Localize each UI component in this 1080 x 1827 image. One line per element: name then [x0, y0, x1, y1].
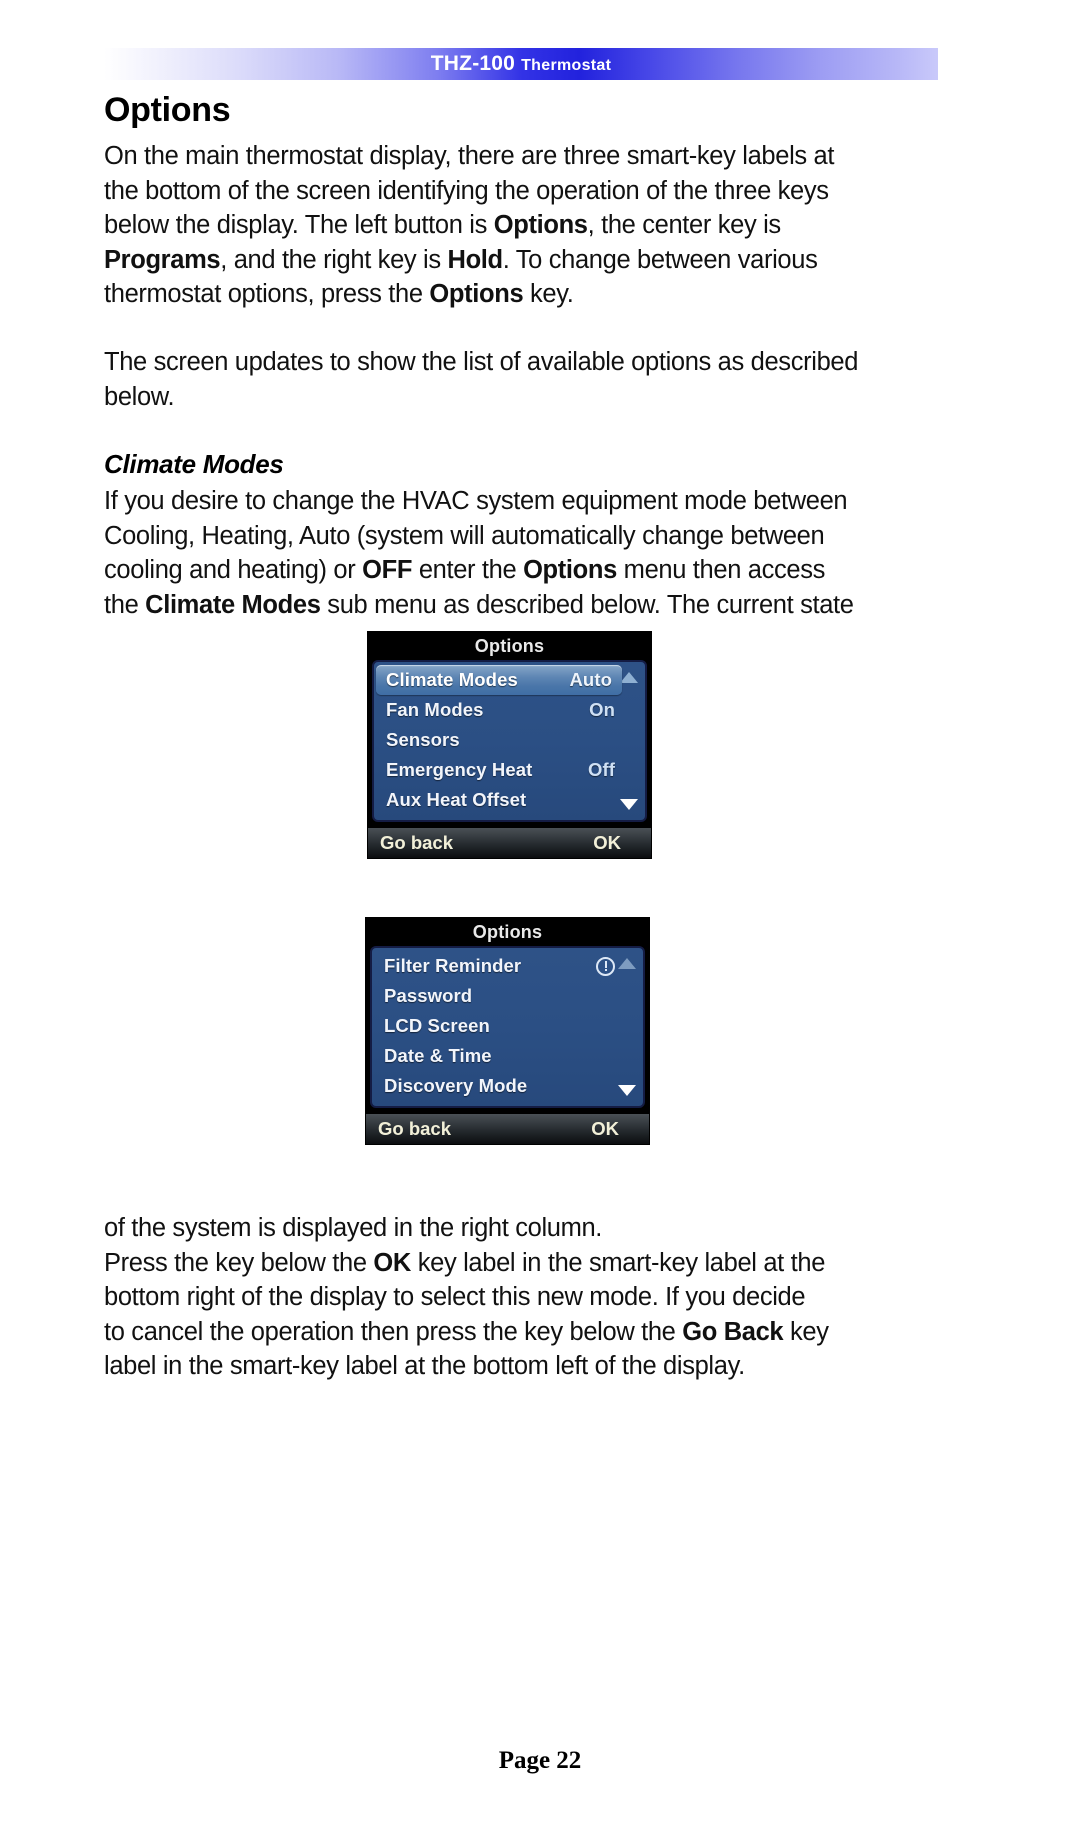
lcd2-softkey-bar: Go back OK	[366, 1114, 649, 1144]
closing-line-1: of the system is displayed in the right …	[104, 1214, 603, 1242]
climate-3e: menu then access	[616, 556, 826, 584]
intro-3a: below the display. The left button is	[104, 211, 494, 239]
intro-4d: . To change between various	[502, 245, 818, 274]
header-product-name: THZ-100	[430, 52, 516, 75]
climate-paragraph: If you desire to change the HVAC system …	[104, 484, 950, 622]
intro-line-3: below the display. The left button is Op…	[104, 208, 950, 243]
page-title-wrap: Options	[104, 90, 950, 130]
lcd2-menu-item-lcd-screen[interactable]: LCD Screen	[372, 1011, 643, 1041]
intro-line-5: thermostat options, press the Options ke…	[104, 277, 950, 312]
lcd1-menu-item-climate-modes[interactable]: Climate Modes Auto	[376, 665, 622, 695]
closing-2b: OK	[373, 1248, 411, 1277]
updates-line-1: The screen updates to show the list of a…	[104, 348, 859, 376]
closing-line-4: to cancel the operation then press the k…	[104, 1315, 950, 1350]
climate-3d: Options	[523, 556, 617, 584]
lcd1-item1-value: On	[589, 699, 615, 720]
lcd1-softkey-go-back[interactable]: Go back	[380, 832, 593, 854]
lcd2-menu-item-filter-reminder[interactable]: Filter Reminder	[372, 951, 643, 981]
warning-exclamation-icon	[596, 956, 615, 976]
lcd-screenshot-options-menu-page2: Options Filter Reminder Password LCD Scr…	[366, 918, 649, 1144]
document-page: THZ-100 Thermostat Options On the main t…	[0, 0, 1080, 1827]
climate-4b: Climate Modes	[145, 590, 321, 619]
climate-line-4: the Climate Modes sub menu as described …	[104, 588, 950, 623]
lcd2-item2-label: LCD Screen	[384, 1015, 490, 1036]
lcd2-softkey-ok[interactable]: OK	[591, 1118, 637, 1140]
climate-4a: the	[104, 590, 146, 619]
subheading-wrap: Climate Modes	[104, 448, 950, 480]
lcd1-item2-label: Sensors	[386, 729, 460, 750]
lcd1-item4-label: Aux Heat Offset	[386, 789, 527, 810]
lcd2-item1-label: Password	[384, 985, 473, 1006]
lcd1-item3-label: Emergency Heat	[386, 759, 533, 780]
updates-paragraph: The screen updates to show the list of a…	[104, 345, 950, 414]
climate-3c: enter the	[412, 556, 524, 584]
intro-5c: key.	[523, 280, 574, 308]
climate-line-1: If you desire to change the HVAC system …	[104, 487, 848, 515]
lcd1-item1-label: Fan Modes	[386, 699, 484, 720]
closing-2a: Press the key below the	[104, 1248, 374, 1277]
closing-line-2: Press the key below the OK key label in …	[104, 1246, 950, 1281]
closing-4b: Go Back	[682, 1317, 784, 1346]
climate-4c: sub menu as described below. The current…	[320, 590, 854, 619]
intro-paragraph: On the main thermostat display, there ar…	[104, 139, 950, 312]
lcd1-item0-label: Climate Modes	[386, 669, 518, 690]
lcd1-softkey-bar: Go back OK	[368, 828, 651, 858]
climate-line-3: cooling and heating) or OFF enter the Op…	[104, 553, 950, 588]
intro-4a: Programs	[104, 245, 221, 274]
intro-5b: Options	[429, 280, 524, 308]
lcd1-menu-item-fan-modes[interactable]: Fan Modes On	[374, 695, 645, 725]
lcd1-menu-item-sensors[interactable]: Sensors	[374, 725, 645, 755]
lcd1-menu-item-emergency-heat[interactable]: Emergency Heat Off	[374, 755, 645, 785]
header-title: THZ-100 Thermostat	[104, 48, 938, 80]
lcd2-item4-label: Discovery Mode	[384, 1075, 528, 1096]
closing-line-3: bottom right of the display to select th…	[104, 1283, 806, 1311]
closing-line-5: label in the smart-key label at the bott…	[104, 1352, 745, 1380]
intro-5a: thermostat options, press the	[104, 280, 430, 308]
lcd-screenshot-climate-menu: Options Climate Modes Auto Fan Modes On …	[368, 632, 651, 858]
intro-3c: , the center key is	[587, 211, 782, 239]
lcd1-softkey-ok[interactable]: OK	[593, 832, 639, 854]
lcd2-menu-list: Filter Reminder Password LCD Screen Date…	[370, 946, 645, 1108]
lcd1-item0-value: Auto	[569, 669, 612, 690]
closing-2c: key label in the smart-key label at the	[410, 1248, 826, 1277]
page-number-footer: Page 22	[498, 1747, 582, 1774]
intro-4c: Hold	[447, 245, 504, 274]
subheading-climate-modes: Climate Modes	[104, 449, 284, 479]
climate-line-2: Cooling, Heating, Auto (system will auto…	[104, 521, 825, 550]
intro-line-4: Programs, and the right key is Hold. To …	[104, 243, 950, 278]
lcd1-scroll-up-arrow-icon[interactable]	[620, 672, 638, 683]
lcd2-menu-item-password[interactable]: Password	[372, 981, 643, 1011]
intro-line-2: the bottom of the screen identifying the…	[104, 176, 829, 205]
page-title: Options	[104, 91, 231, 129]
climate-3b: OFF	[362, 556, 413, 584]
closing-paragraph: of the system is displayed in the right …	[104, 1211, 950, 1384]
page-header-band: THZ-100 Thermostat	[104, 48, 938, 80]
closing-4a: to cancel the operation then press the k…	[104, 1317, 683, 1346]
climate-3a: cooling and heating) or	[104, 556, 363, 584]
lcd2-menu-item-discovery-mode[interactable]: Discovery Mode	[372, 1071, 643, 1101]
updates-line-2: below.	[104, 382, 175, 411]
closing-4c: key	[783, 1317, 829, 1346]
lcd2-item3-label: Date & Time	[384, 1045, 492, 1066]
lcd2-menu-item-date-time[interactable]: Date & Time	[372, 1041, 643, 1071]
header-doc-label: Thermostat	[521, 57, 612, 74]
lcd2-softkey-go-back[interactable]: Go back	[378, 1118, 591, 1140]
intro-3b: Options	[493, 211, 588, 239]
lcd1-item3-value: Off	[587, 759, 615, 780]
intro-4b: , and the right key is	[220, 245, 448, 274]
intro-line-1: On the main thermostat display, there ar…	[104, 142, 835, 170]
lcd1-title: Options	[368, 632, 651, 660]
lcd2-item0-label: Filter Reminder	[384, 955, 522, 976]
lcd2-title: Options	[366, 918, 649, 946]
lcd1-menu-item-aux-heat-offset[interactable]: Aux Heat Offset	[374, 785, 645, 815]
lcd1-menu-list: Climate Modes Auto Fan Modes On Sensors …	[372, 660, 647, 822]
